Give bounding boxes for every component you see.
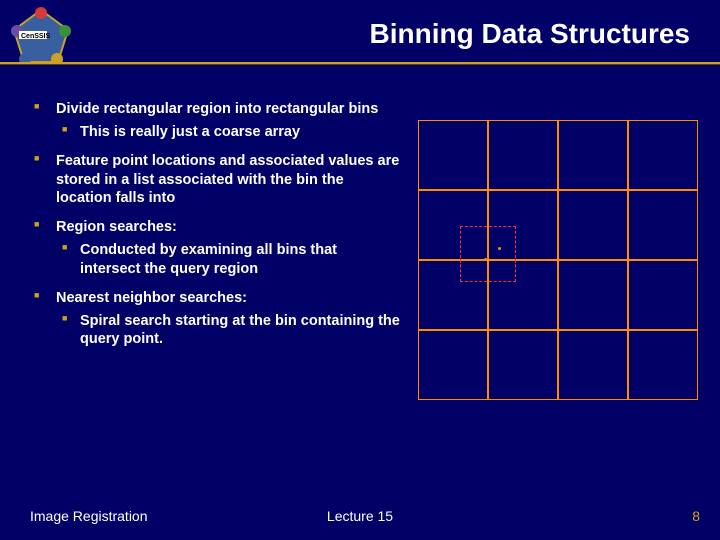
slide-header: CenSSIS Binning Data Structures — [0, 0, 720, 68]
grid-cell — [418, 120, 488, 190]
footer-center: Lecture 15 — [327, 508, 393, 524]
bullet-item: Region searches: Conducted by examining a… — [30, 218, 400, 279]
query-region-box — [460, 226, 516, 282]
grid-cell — [418, 330, 488, 400]
grid-cell — [628, 330, 698, 400]
grid-cell — [628, 260, 698, 330]
slide-number: 8 — [692, 508, 700, 524]
sub-bullet-item: This is really just a coarse array — [56, 123, 400, 142]
grid-cell — [558, 190, 628, 260]
bullet-text: Nearest neighbor searches: — [56, 290, 247, 306]
grid-cell — [488, 120, 558, 190]
pentagon-logo-icon: CenSSIS — [11, 7, 71, 67]
bullet-item: Nearest neighbor searches: Spiral search … — [30, 289, 400, 350]
header-rule — [0, 62, 720, 65]
bullet-item: Feature point locations and associated v… — [30, 152, 400, 209]
slide-title: Binning Data Structures — [370, 18, 690, 50]
grid-cell — [558, 260, 628, 330]
bullet-text: Region searches: — [56, 219, 177, 235]
feature-point-dot — [498, 247, 501, 250]
grid-cell — [628, 190, 698, 260]
feature-point-dot — [484, 258, 487, 261]
footer-left: Image Registration — [30, 508, 148, 524]
grid-cell — [628, 120, 698, 190]
bullet-text: Feature point locations and associated v… — [56, 153, 399, 207]
bullet-text: Divide rectangular region into rectangul… — [56, 101, 378, 117]
sub-bullet-item: Spiral search starting at the bin contai… — [56, 312, 400, 350]
slide-footer: Image Registration Lecture 15 8 — [0, 508, 720, 528]
grid-cell — [488, 330, 558, 400]
grid-cell — [558, 120, 628, 190]
bullet-item: Divide rectangular region into rectangul… — [30, 100, 400, 142]
sub-bullet-item: Conducted by examining all bins that int… — [56, 241, 400, 279]
svg-text:CenSSIS: CenSSIS — [21, 33, 51, 40]
grid-cell — [558, 330, 628, 400]
